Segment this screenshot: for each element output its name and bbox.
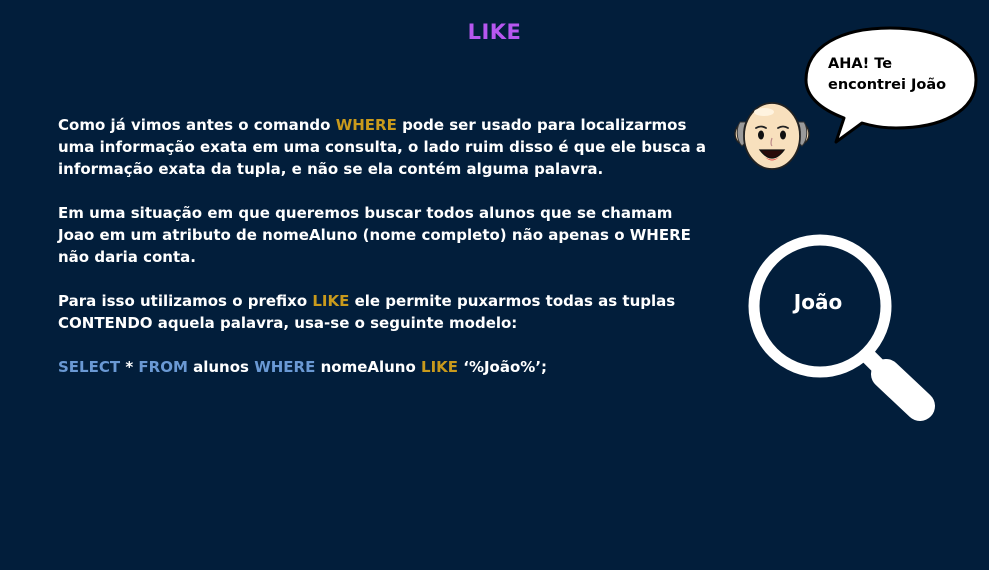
paragraph-where: Como já vimos antes o comando WHERE pode…	[58, 114, 708, 180]
bald-man-face-icon	[734, 102, 810, 170]
speech-bubble-text: AHA! Te encontrei João	[828, 54, 963, 96]
sql-column: nomeAluno	[315, 358, 422, 376]
sql-table: alunos	[187, 358, 255, 376]
magnifier-label: João	[793, 290, 843, 314]
sql-pattern: ‘%João%’;	[458, 358, 548, 376]
sql-from: FROM	[138, 358, 188, 376]
paragraph-where-before: Como já vimos antes o comando	[58, 116, 336, 134]
sql-star: *	[120, 358, 139, 376]
paragraph-situation: Em uma situação em que queremos buscar t…	[58, 204, 691, 266]
magnifying-glass-icon	[748, 234, 935, 421]
speech-bubble: AHA! Te encontrei João	[800, 22, 980, 147]
speech-bubble-line-2: encontrei João	[828, 77, 947, 93]
paragraph-like: Para isso utilizamos o prefixo LIKE ele …	[58, 290, 708, 334]
sql-select: SELECT	[58, 358, 121, 376]
sql-like: LIKE	[421, 358, 459, 376]
keyword-where: WHERE	[335, 116, 397, 134]
body-text: Como já vimos antes o comando WHERE pode…	[58, 114, 708, 400]
speech-bubble-line-1: AHA! Te	[828, 56, 893, 72]
keyword-like: LIKE	[312, 292, 350, 310]
sql-where: WHERE	[254, 358, 316, 376]
slide: LIKE Como já vimos antes o comando WHERE…	[0, 0, 989, 570]
paragraph-like-before: Para isso utilizamos o prefixo	[58, 292, 313, 310]
sql-example: SELECT * FROM alunos WHERE nomeAluno LIK…	[58, 356, 708, 378]
